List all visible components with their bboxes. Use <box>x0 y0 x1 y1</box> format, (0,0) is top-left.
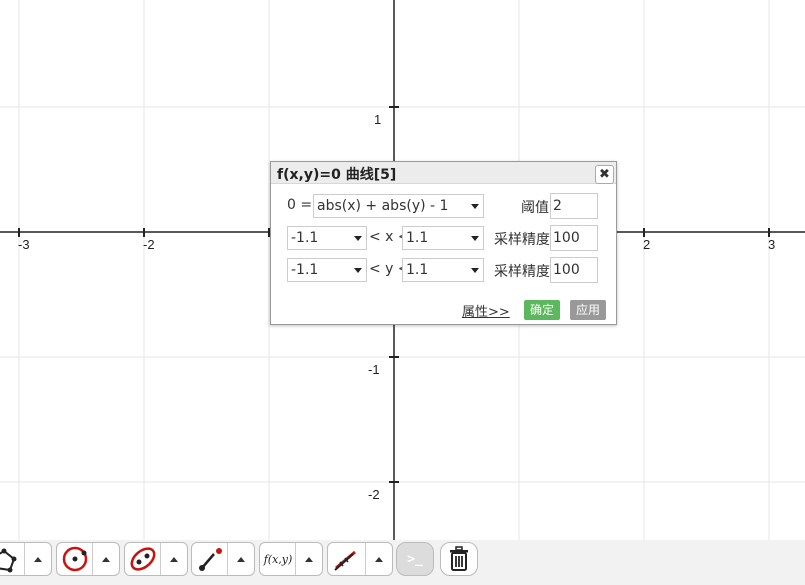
chevron-down-icon <box>354 236 362 241</box>
x-precision-input[interactable] <box>550 225 598 251</box>
x-tick-label: 3 <box>768 237 775 252</box>
x-tick-label: -3 <box>18 237 30 252</box>
dialog-header[interactable]: f(x,y)=0 曲线[5] ✖ <box>271 162 616 184</box>
chevron-up-icon[interactable] <box>160 543 187 575</box>
function-tool-label: f(x,y) <box>263 552 293 566</box>
function-icon: f(x,y) <box>260 543 296 575</box>
y-min-select[interactable]: -1.1 <box>287 258 367 282</box>
polygon-icon <box>0 543 23 575</box>
curve-dialog: f(x,y)=0 曲线[5] ✖ 0 = abs(x) + abs(y) - 1… <box>270 161 617 325</box>
segment-icon <box>192 543 228 575</box>
function-tool[interactable]: f(x,y) <box>259 542 323 576</box>
x-min-select[interactable]: -1.1 <box>287 226 367 250</box>
console-button[interactable]: >_ <box>396 542 434 576</box>
chevron-up-icon[interactable] <box>365 543 392 575</box>
bottom-toolbar: f(x,y) >_ <box>0 540 805 585</box>
x-tick-label: -2 <box>143 237 155 252</box>
x-tick-label: 2 <box>643 237 650 252</box>
circle-icon <box>57 543 93 575</box>
y-tick-label: -2 <box>368 487 380 502</box>
y-tick-label: 1 <box>374 112 381 127</box>
properties-link[interactable]: 属性>> <box>462 301 510 320</box>
circle-tool[interactable] <box>56 542 120 576</box>
equation-value: abs(x) + abs(y) - 1 <box>317 198 449 214</box>
delete-button[interactable] <box>440 542 478 576</box>
y-precision-label: 采样精度 <box>494 264 550 280</box>
chevron-up-icon[interactable] <box>227 543 254 575</box>
trash-icon <box>450 546 468 571</box>
equation-select[interactable]: abs(x) + abs(y) - 1 <box>313 194 484 218</box>
close-button[interactable]: ✖ <box>595 165 614 184</box>
y-precision-input[interactable] <box>550 257 598 283</box>
chevron-down-icon <box>471 204 479 209</box>
segment-tool[interactable] <box>191 542 255 576</box>
chevron-up-icon[interactable] <box>295 543 322 575</box>
x-precision-label: 采样精度 <box>494 232 550 248</box>
y-min-value: -1.1 <box>291 262 319 278</box>
x-max-select[interactable]: 1.1 <box>402 226 484 250</box>
console-icon: >_ <box>407 551 423 567</box>
x-max-value: 1.1 <box>406 230 429 246</box>
y-max-value: 1.1 <box>406 262 429 278</box>
chevron-down-icon <box>471 268 479 273</box>
y-max-select[interactable]: 1.1 <box>402 258 484 282</box>
chevron-up-icon[interactable] <box>24 543 51 575</box>
equation-prefix-label: 0 = <box>287 197 313 213</box>
polygon-tool[interactable] <box>0 542 52 576</box>
threshold-input[interactable] <box>550 193 598 219</box>
measure-tool[interactable] <box>327 542 393 576</box>
chevron-down-icon <box>471 236 479 241</box>
chevron-up-icon[interactable] <box>92 543 119 575</box>
y-tick-label: -1 <box>368 362 380 377</box>
chevron-down-icon <box>354 268 362 273</box>
x-min-value: -1.1 <box>291 230 319 246</box>
ellipse-icon <box>125 543 161 575</box>
dialog-title: f(x,y)=0 曲线[5] <box>277 167 397 183</box>
ok-button[interactable]: 确定 <box>524 300 560 320</box>
threshold-label: 阈值 <box>521 200 549 216</box>
ellipse-tool[interactable] <box>124 542 188 576</box>
apply-button[interactable]: 应用 <box>570 300 606 320</box>
ruler-icon <box>328 543 364 575</box>
